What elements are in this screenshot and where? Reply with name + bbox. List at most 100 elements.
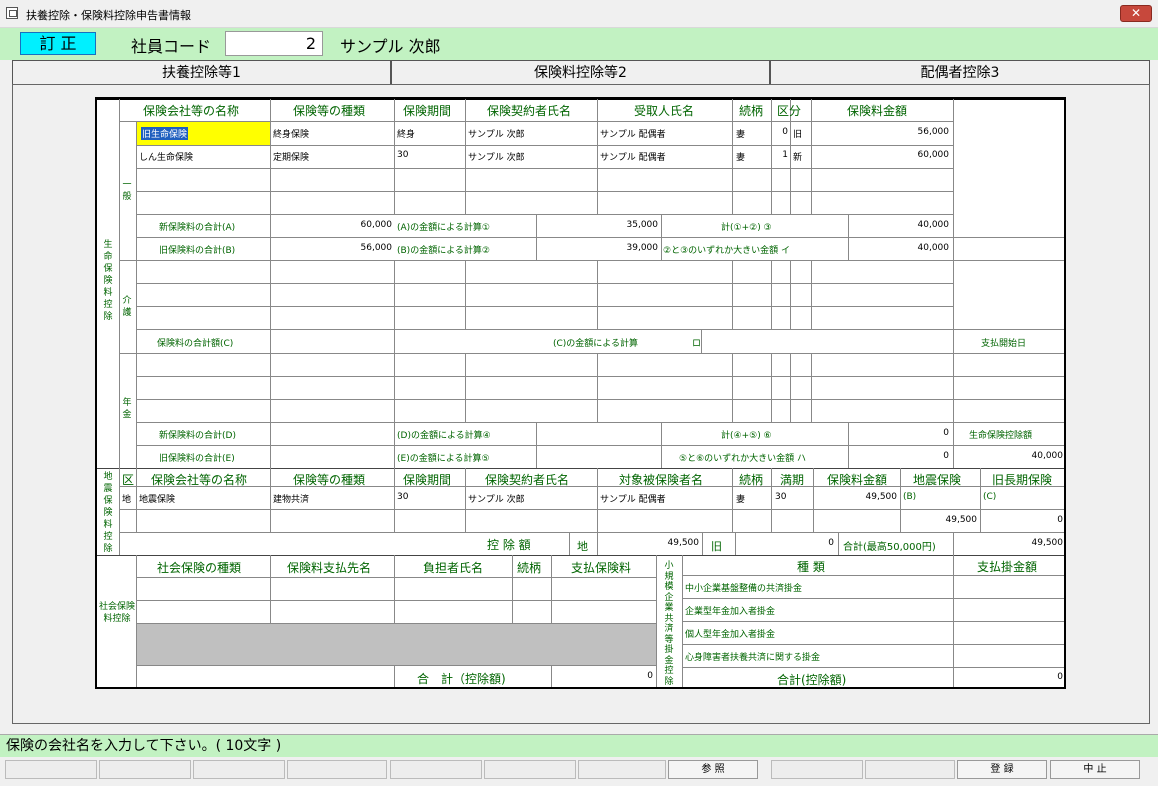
life-row2-amount[interactable]: 60,000	[813, 150, 950, 160]
employee-name: サンプル 次郎	[340, 37, 441, 56]
fkey-10[interactable]	[865, 760, 955, 779]
employee-code-input[interactable]: 2	[225, 31, 323, 56]
social-col-payee: 保険料支払先名	[287, 561, 372, 575]
fkey-3[interactable]	[193, 760, 285, 779]
eq-col-holder: 保険契約者氏名	[485, 473, 570, 487]
life-row2-period[interactable]: 30	[397, 150, 408, 160]
old-total-value: 56,000	[360, 243, 393, 253]
header-bar: 訂 正 社員コード 2 サンプル 次郎	[0, 28, 1158, 60]
eq-total-value: 49,500	[1031, 538, 1064, 548]
employee-code-label: 社員コード	[131, 37, 212, 56]
eq-row-relation[interactable]: 妻	[736, 492, 745, 505]
disabled-row	[137, 624, 656, 665]
life-row1-amount[interactable]: 56,000	[813, 127, 950, 137]
eq-col-relation: 続柄	[739, 473, 764, 487]
care-total-label: 保険料の合計額(C)	[157, 339, 234, 349]
sum12-label: 計(①+②) ③	[721, 223, 772, 233]
eq-total-label: 合計(最高50,000円)	[843, 542, 936, 553]
life-ded-label: 生命保険控除額	[969, 431, 1033, 441]
close-button[interactable]: ✕	[1120, 5, 1152, 22]
pen-new-label: 新保険料の合計(D)	[159, 431, 236, 441]
new-total-label: 新保険料の合計(A)	[159, 223, 236, 233]
col-holder: 保険契約者氏名	[487, 104, 572, 118]
eq-col-old-long: 旧長期保険	[992, 473, 1053, 487]
social-col-premium: 支払保険料	[571, 561, 632, 575]
eq-row-maturity[interactable]: 30	[775, 492, 786, 502]
pen-max-label: ⑤と⑥のいずれか大きい金額 ハ	[679, 454, 806, 464]
max-i-value: 40,000	[917, 243, 950, 253]
col-kubun: 区分	[777, 104, 802, 118]
life-row2-company[interactable]: しん生命保険	[139, 150, 193, 163]
tab-insurance[interactable]: 保険料控除等2	[391, 60, 770, 85]
register-button[interactable]: 登 録	[957, 760, 1047, 779]
life-row2-receiver[interactable]: サンプル 配偶者	[600, 150, 666, 163]
life-row2-kubun: 新	[793, 153, 803, 163]
fkey-2[interactable]	[99, 760, 191, 779]
pay-start-label: 支払開始日	[981, 339, 1027, 349]
col-type: 保険等の種類	[293, 104, 366, 118]
eq-row-period[interactable]: 30	[397, 492, 408, 502]
fkey-9[interactable]	[771, 760, 863, 779]
life-row1-receiver[interactable]: サンプル 配偶者	[600, 127, 666, 140]
fkey-4[interactable]	[287, 760, 387, 779]
eq-col-kubun: 区	[122, 473, 135, 487]
small-item-3: 個人型年金加入者掛金	[685, 630, 776, 640]
fkey-7[interactable]	[578, 760, 666, 779]
eq-col-earthquake: 地震保険	[913, 473, 962, 487]
col-company: 保険会社等の名称	[143, 104, 240, 118]
fkey-1[interactable]	[5, 760, 97, 779]
eq-col-insured: 対象被保険者名	[619, 473, 704, 487]
life-row1-holder[interactable]: サンプル 次郎	[468, 127, 525, 140]
eq-col-amount: 保険料金額	[827, 473, 888, 487]
stop-button[interactable]: 中 止	[1050, 760, 1140, 779]
life-row1-relation[interactable]: 妻	[736, 127, 745, 140]
calc-a-value: 35,000	[626, 220, 659, 230]
eq-row-company[interactable]: 地震保険	[139, 492, 175, 505]
eq-col-period: 保険期間	[403, 473, 452, 487]
social-col-payer: 負担者氏名	[423, 561, 484, 575]
life-row2-type[interactable]: 定期保険	[273, 150, 309, 163]
eq-old-amount: 0	[1057, 515, 1063, 525]
eq-c-mark: (C)	[983, 492, 997, 502]
tab-dependents[interactable]: 扶養控除等1	[12, 60, 391, 86]
eq-chi-amount: 49,500	[667, 538, 700, 548]
life-row1-type[interactable]: 終身保険	[273, 127, 309, 140]
fkey-6[interactable]	[484, 760, 576, 779]
sum12-value: 40,000	[917, 220, 950, 230]
life-row1-company[interactable]: 旧生命保険	[141, 127, 189, 140]
small-col-type: 種 類	[797, 560, 825, 574]
eq-row-insured[interactable]: サンプル 配偶者	[600, 492, 666, 505]
life-row2-holder[interactable]: サンプル 次郎	[468, 150, 525, 163]
care-label: 介護	[122, 296, 132, 318]
life-row1-kubun: 旧	[793, 130, 803, 140]
reference-button[interactable]: 参 照	[668, 760, 758, 779]
fkey-5[interactable]	[390, 760, 482, 779]
pen-sum-label: 計(④+⑤) ⑥	[721, 431, 772, 441]
life-row2-relation[interactable]: 妻	[736, 150, 745, 163]
status-bar: 保険の会社名を入力して下さい。( 10文字 )	[0, 734, 1158, 757]
eq-row-type[interactable]: 建物共済	[273, 492, 309, 505]
care-ro-label: ロ	[692, 339, 702, 349]
social-col-type: 社会保険の種類	[157, 561, 242, 575]
pen-sum-value: 0	[943, 428, 949, 438]
col-amount: 保険料金額	[847, 104, 908, 118]
mode-indicator: 訂 正	[20, 32, 96, 55]
eq-row-holder[interactable]: サンプル 次郎	[468, 492, 525, 505]
small-item-1: 中小企業基盤整備の共済掛金	[685, 584, 803, 594]
eq-row-kubun[interactable]: 地	[122, 492, 131, 505]
eq-col-type: 保険等の種類	[293, 473, 366, 487]
calc-b-value: 39,000	[626, 243, 659, 253]
eq-row-amount[interactable]: 49,500	[815, 492, 898, 502]
small-col-amount: 支払掛金額	[977, 560, 1038, 574]
pension-label: 年金	[122, 398, 132, 420]
small-total-value: 0	[1057, 672, 1063, 682]
eq-col-company: 保険会社等の名称	[151, 473, 248, 487]
social-section-label: 社会保険料控除	[99, 602, 136, 624]
life-row1-period[interactable]: 終身	[397, 127, 415, 140]
life-row2-code[interactable]: 1	[772, 150, 788, 160]
tab-spouse[interactable]: 配偶者控除3	[770, 60, 1150, 86]
life-row1-code[interactable]: 0	[772, 127, 788, 137]
col-relation: 続柄	[739, 104, 764, 118]
eq-kyu-label: 旧	[711, 540, 722, 553]
small-item-4: 心身障害者扶養共済に関する掛金	[685, 653, 821, 663]
